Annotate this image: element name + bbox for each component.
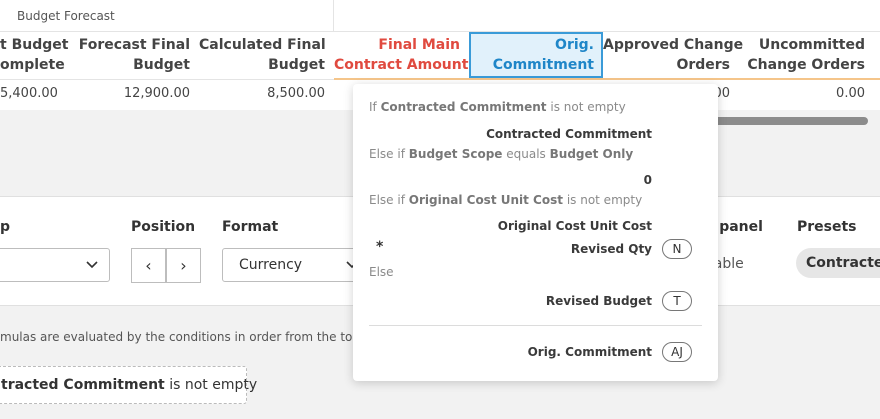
column-header-forecast-final-budget[interactable]: Forecast Final Budget: [64, 32, 199, 78]
group-dropdown[interactable]: [0, 248, 110, 282]
formula-popover: If Contracted Commitment is not empty Co…: [353, 84, 718, 381]
result-original-cost-unit-cost: Original Cost Unit Cost: [497, 219, 652, 233]
presets-label: Presets: [797, 219, 857, 235]
cell-forecast-final-budget[interactable]: 12,900.00: [64, 80, 199, 108]
footer-field-orig-commitment: Orig. Commitment: [527, 345, 652, 359]
column-badge-t: T: [662, 291, 692, 311]
cell-budget-complete[interactable]: 5,400.00: [0, 80, 64, 108]
column-badge-aj: AJ: [662, 342, 692, 362]
multiply-operator: *: [376, 239, 384, 255]
result-contracted-commitment: Contracted Commitment: [486, 127, 652, 141]
group-header-budget-forecast: Budget Forecast: [0, 0, 334, 32]
result-zero: 0: [643, 173, 652, 187]
format-label: Format: [222, 219, 279, 235]
condition-else-if-unit-cost: Else if Original Cost Unit Cost is not e…: [369, 193, 643, 207]
column-header-final-main-contract-amount[interactable]: Final Main Contract Amount: [334, 32, 469, 78]
chevron-left-icon: ‹: [145, 256, 152, 275]
column-badge-n: N: [662, 239, 692, 259]
column-header-budget-complete[interactable]: t Budget omplete: [0, 32, 68, 78]
condition-if: If Contracted Commitment is not empty: [369, 100, 626, 114]
column-header-approved-change-orders[interactable]: Approved Change Orders: [603, 32, 743, 78]
result-revised-qty: Revised Qty: [570, 242, 652, 256]
format-value: Currency: [239, 257, 303, 273]
condition-field: tracted Commitment: [1, 377, 165, 393]
popover-divider: [369, 325, 702, 326]
move-right-button[interactable]: ›: [166, 248, 201, 283]
format-dropdown[interactable]: Currency: [222, 248, 362, 282]
cell-calculated-final-budget[interactable]: 8,500.00: [199, 80, 334, 108]
condition-box[interactable]: tracted Commitment is not empty: [0, 366, 257, 404]
cell-uncommitted-change-orders[interactable]: 0.00: [739, 80, 874, 108]
formula-help-text: mulas are evaluated by the conditions in…: [0, 330, 386, 344]
group-label: p: [0, 219, 11, 235]
condition-else: Else: [369, 265, 394, 279]
position-label: Position: [131, 219, 196, 235]
condition-else-if-budget-scope: Else if Budget Scope equals Budget Only: [369, 147, 634, 161]
chevron-right-icon: ›: [180, 256, 187, 275]
chevron-down-icon: [85, 249, 99, 293]
column-header-calculated-final-budget[interactable]: Calculated Final Budget: [199, 32, 334, 78]
condition-operator: is not empty: [169, 377, 258, 393]
horizontal-scrollbar[interactable]: [700, 117, 868, 125]
column-header-orig-commitment[interactable]: Orig. Commitment: [469, 32, 603, 78]
result-revised-budget: Revised Budget: [545, 294, 652, 308]
group-header-blank: [334, 0, 880, 32]
column-header-uncommitted-change-orders[interactable]: Uncommitted Change Orders: [739, 32, 874, 78]
move-left-button[interactable]: ‹: [131, 248, 166, 283]
preset-chip-contracted[interactable]: Contracted: [796, 248, 880, 278]
